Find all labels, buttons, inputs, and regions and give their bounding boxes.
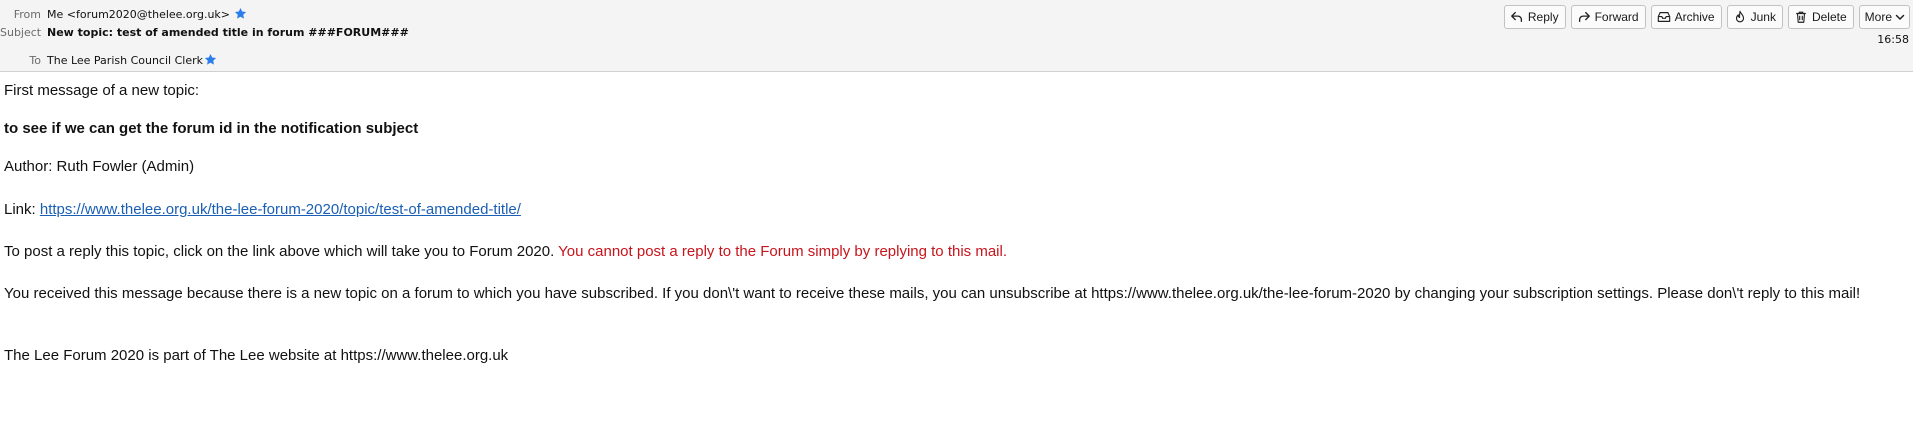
reply-label: Reply: [1527, 10, 1559, 24]
forward-label: Forward: [1594, 10, 1639, 24]
forward-button[interactable]: Forward: [1570, 5, 1646, 29]
archive-label: Archive: [1674, 10, 1715, 24]
message-time: 16:58: [1877, 33, 1909, 46]
delete-label: Delete: [1811, 10, 1847, 24]
from-value[interactable]: Me <forum2020@thelee.org.uk>: [47, 8, 230, 21]
reply-warning: You cannot post a reply to the Forum sim…: [558, 243, 1007, 260]
reply-icon: [1510, 10, 1524, 24]
intro-text: First message of a new topic:: [4, 82, 200, 99]
message-header: From Me <forum2020@thelee.org.uk> Subjec…: [0, 0, 1913, 72]
link-label: Link:: [4, 201, 40, 218]
topic-link[interactable]: https://www.thelee.org.uk/the-lee-forum-…: [40, 201, 521, 218]
reply-instructions: To post a reply this topic, click on the…: [4, 241, 1007, 262]
trash-icon: [1794, 10, 1808, 24]
flame-icon: [1733, 10, 1747, 24]
to-recipient[interactable]: The Lee Parish Council Clerk: [47, 52, 217, 70]
junk-button[interactable]: Junk: [1726, 5, 1783, 29]
to-value[interactable]: The Lee Parish Council Clerk: [47, 54, 203, 67]
star-icon[interactable]: [234, 7, 247, 20]
from-label: From: [13, 8, 41, 21]
reply-button[interactable]: Reply: [1503, 5, 1566, 29]
footer-text: The Lee Forum 2020 is part of The Lee we…: [4, 347, 509, 364]
to-label: To: [29, 54, 41, 67]
more-label: More: [1864, 10, 1892, 24]
author-line: Author: Ruth Fowler (Admin): [4, 158, 195, 175]
subscription-note: You received this message because there …: [4, 285, 1861, 302]
delete-button[interactable]: Delete: [1787, 5, 1854, 29]
link-line: Link: https://www.thelee.org.uk/the-lee-…: [4, 199, 521, 220]
message-toolbar: Reply Forward Archive Junk Delete More: [1503, 5, 1910, 29]
topic-title: to see if we can get the forum id in the…: [4, 120, 419, 137]
archive-button[interactable]: Archive: [1650, 5, 1722, 29]
archive-icon: [1657, 10, 1671, 24]
subject-value: New topic: test of amended title in foru…: [47, 26, 409, 39]
forward-icon: [1577, 10, 1591, 24]
junk-label: Junk: [1750, 10, 1776, 24]
more-button[interactable]: More: [1858, 5, 1910, 29]
chevron-down-icon: [1895, 12, 1905, 22]
star-icon[interactable]: [204, 53, 217, 66]
subject-label: Subject: [0, 26, 42, 39]
reply-info: To post a reply this topic, click on the…: [4, 243, 559, 260]
from-address[interactable]: Me <forum2020@thelee.org.uk>: [47, 6, 247, 24]
